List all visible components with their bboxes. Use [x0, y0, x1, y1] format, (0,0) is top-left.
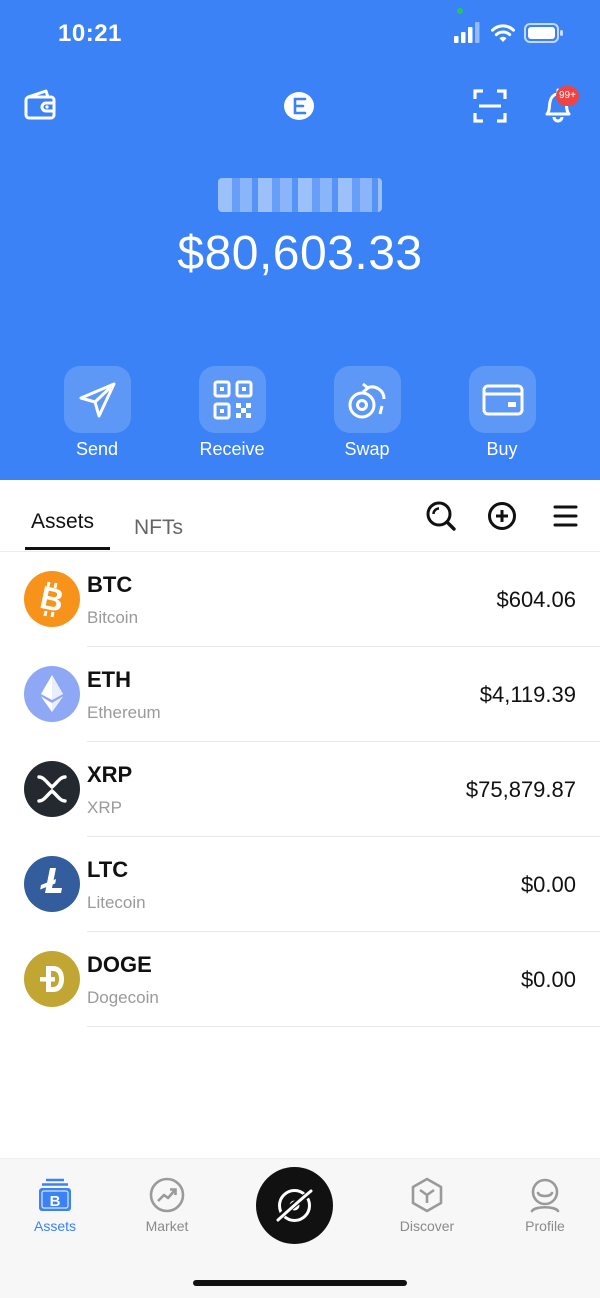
swap-icon — [348, 382, 386, 419]
asset-name: Litecoin — [87, 893, 146, 912]
ethereum-logo-icon — [24, 666, 80, 722]
asset-symbol: LTC — [87, 857, 129, 882]
xrp-logo-icon — [24, 761, 80, 817]
discover-center-icon — [276, 1189, 313, 1222]
tab-assets[interactable]: Assets — [31, 510, 94, 534]
total-balance: $80,603.33 — [177, 227, 423, 280]
send-tile — [64, 366, 131, 433]
swap-label: Swap — [344, 439, 390, 459]
asset-row-ltc[interactable]: LTC Litecoin $0.00 — [0, 837, 600, 932]
asset-name: Ethereum — [87, 703, 161, 722]
asset-value: $604.06 — [496, 587, 576, 612]
scan-icon[interactable] — [470, 86, 510, 126]
receive-label: Receive — [199, 439, 265, 459]
asset-value: $0.00 — [520, 967, 576, 992]
bottom-nav: B Assets Market Discover Profile — [0, 1158, 600, 1298]
home-indicator — [193, 1280, 407, 1286]
menu-icon[interactable] — [550, 500, 582, 532]
cellular-signal-icon — [454, 22, 480, 43]
search-icon[interactable] — [425, 500, 457, 532]
buy-label: Buy — [486, 439, 518, 459]
asset-row-doge[interactable]: DOGE Dogecoin $0.00 — [0, 932, 600, 1027]
asset-row-eth[interactable]: ETH Ethereum $4,119.39 — [0, 647, 600, 742]
asset-symbol: ETH — [87, 667, 131, 692]
swap-button[interactable]: Swap — [312, 366, 422, 466]
asset-row-btc[interactable]: B BTC Bitcoin $604.06 — [0, 552, 600, 647]
svg-text:B: B — [50, 1193, 61, 1210]
receive-tile — [199, 366, 266, 433]
asset-row-xrp[interactable]: XRP XRP $75,879.87 — [0, 742, 600, 837]
send-icon — [79, 382, 116, 418]
dogecoin-logo-icon — [24, 951, 80, 1007]
swap-tile — [334, 366, 401, 433]
row-divider — [87, 1026, 600, 1027]
add-token-icon[interactable] — [486, 500, 518, 532]
nav-market[interactable]: Market — [112, 1159, 222, 1249]
asset-symbol: BTC — [87, 572, 133, 597]
nav-market-label: Market — [145, 1218, 189, 1234]
nav-assets-label: Assets — [33, 1218, 76, 1234]
asset-name: Bitcoin — [87, 608, 139, 627]
asset-symbol: DOGE — [87, 952, 152, 977]
status-bar: 10:21 — [0, 0, 600, 70]
wifi-icon — [491, 24, 515, 42]
camera-indicator-dot — [457, 8, 463, 14]
asset-symbol: XRP — [87, 762, 133, 787]
active-tab-underline — [25, 547, 110, 550]
action-buttons: Send Receive Swap Buy — [0, 366, 600, 466]
app-logo-icon — [284, 92, 314, 120]
discover-icon — [411, 1177, 443, 1213]
profile-icon — [530, 1178, 560, 1213]
wallet-header: 10:21 99+ $80,603.33 Send Receive Swap B… — [0, 0, 600, 480]
card-icon — [482, 384, 524, 416]
bitcoin-logo-icon: B — [24, 571, 80, 627]
send-button[interactable]: Send — [42, 366, 152, 466]
asset-value: $75,879.87 — [465, 777, 576, 802]
buy-button[interactable]: Buy — [447, 366, 557, 466]
send-label: Send — [75, 439, 119, 459]
asset-value: $0.00 — [520, 872, 576, 897]
nav-profile-label: Profile — [525, 1218, 565, 1234]
market-icon — [149, 1177, 185, 1213]
asset-name: XRP — [87, 798, 122, 817]
asset-list: B BTC Bitcoin $604.06 ETH Ethereum $4,11… — [0, 552, 600, 1027]
asset-name: Dogecoin — [87, 988, 159, 1007]
asset-tabs: Assets NFTs — [0, 480, 600, 552]
buy-tile — [469, 366, 536, 433]
wallet-icon[interactable] — [22, 86, 62, 126]
status-icons — [452, 22, 564, 46]
receive-button[interactable]: Receive — [177, 366, 287, 466]
litecoin-logo-icon — [24, 856, 80, 912]
nav-discover-label: Discover — [399, 1218, 455, 1234]
qr-code-icon — [213, 380, 253, 420]
notification-badge: 99+ — [556, 86, 579, 106]
battery-icon — [524, 23, 563, 43]
status-time: 10:21 — [58, 20, 122, 47]
nav-assets[interactable]: B Assets — [0, 1159, 110, 1249]
center-action-button[interactable] — [256, 1167, 333, 1244]
assets-nav-icon: B — [39, 1178, 71, 1211]
asset-value: $4,119.39 — [479, 682, 576, 707]
nav-profile[interactable]: Profile — [490, 1159, 600, 1249]
tab-nfts[interactable]: NFTs — [134, 516, 183, 540]
nav-discover[interactable]: Discover — [372, 1159, 482, 1249]
wallet-name-redacted — [218, 178, 382, 212]
